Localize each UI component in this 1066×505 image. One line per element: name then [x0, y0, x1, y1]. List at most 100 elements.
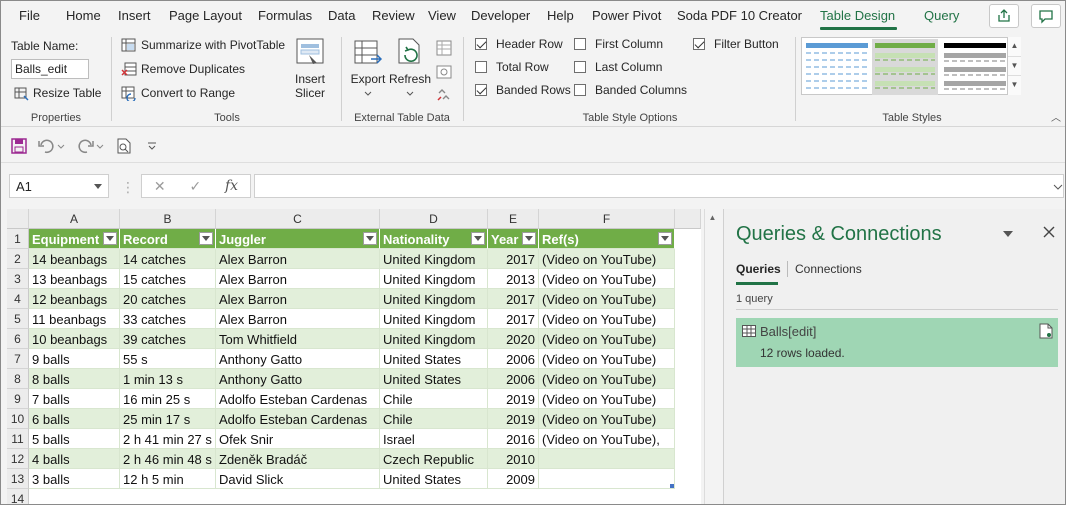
column-header-f[interactable]: F — [539, 209, 675, 229]
table-cell[interactable]: 55 s — [120, 349, 216, 369]
table-cell[interactable]: 39 catches — [120, 329, 216, 349]
style-green-swatch-selected[interactable] — [872, 39, 938, 95]
checkbox-unchecked[interactable] — [574, 84, 586, 96]
pane-options-icon[interactable] — [1003, 231, 1013, 237]
row-header-14[interactable]: 14 — [7, 489, 29, 504]
table-cell[interactable]: 12 beanbags — [29, 289, 120, 309]
table-cell[interactable]: 2020 — [488, 329, 539, 349]
table-cell[interactable]: 2 h 46 min 48 s — [120, 449, 216, 469]
filter-dropdown-icon[interactable] — [471, 232, 485, 245]
table-cell[interactable]: 13 beanbags — [29, 269, 120, 289]
table-cell[interactable]: United Kingdom — [380, 289, 488, 309]
close-icon[interactable] — [1043, 226, 1055, 238]
table-cell[interactable]: 33 catches — [120, 309, 216, 329]
print-preview-icon[interactable] — [115, 137, 133, 155]
unlink-button[interactable] — [435, 85, 453, 106]
table-cell[interactable] — [539, 449, 675, 469]
column-header-d[interactable]: D — [380, 209, 488, 229]
tab-connections[interactable]: Connections — [795, 262, 862, 276]
style-black-swatch[interactable] — [943, 41, 1007, 93]
table-cell[interactable]: 4 balls — [29, 449, 120, 469]
tab-queries[interactable]: Queries — [736, 262, 781, 276]
filter-dropdown-icon[interactable] — [658, 232, 672, 245]
table-header-cell[interactable]: Nationality — [380, 229, 488, 249]
row-header-5[interactable]: 5 — [7, 309, 29, 329]
table-cell[interactable]: 11 beanbags — [29, 309, 120, 329]
filter-dropdown-icon[interactable] — [103, 232, 117, 245]
gallery-more-button[interactable]: ▼ — [1008, 75, 1021, 94]
table-cell[interactable]: 2013 — [488, 269, 539, 289]
table-cell[interactable]: Tom Whitfield — [216, 329, 380, 349]
enter-icon[interactable]: ✓ — [189, 178, 201, 195]
row-header-1[interactable]: 1 — [7, 229, 29, 249]
query-doc-icon[interactable] — [1039, 323, 1053, 339]
filter-dropdown-icon[interactable] — [199, 232, 213, 245]
table-cell[interactable]: United Kingdom — [380, 269, 488, 289]
redo-icon[interactable] — [77, 137, 105, 155]
open-in-browser-button[interactable] — [435, 63, 453, 84]
row-header-12[interactable]: 12 — [7, 449, 29, 469]
comments-button[interactable] — [1031, 4, 1061, 28]
customize-qat-icon[interactable] — [146, 140, 158, 152]
table-cell[interactable]: Israel — [380, 429, 488, 449]
scroll-up-icon[interactable]: ▲ — [705, 209, 720, 222]
table-cell[interactable]: 16 min 25 s — [120, 389, 216, 409]
tab-home[interactable]: Home — [66, 8, 101, 23]
table-name-input[interactable]: Balls_edit — [11, 59, 89, 79]
table-cell[interactable]: 2010 — [488, 449, 539, 469]
table-cell[interactable]: United States — [380, 369, 488, 389]
table-cell[interactable]: (Video on YouTube) — [539, 309, 675, 329]
gallery-up-button[interactable]: ▲ — [1008, 37, 1021, 56]
column-header-b[interactable]: B — [120, 209, 216, 229]
collapse-ribbon-button[interactable]: ︿ — [1051, 109, 1061, 124]
table-cell[interactable]: (Video on YouTube), — [539, 429, 675, 449]
tab-formulas[interactable]: Formulas — [258, 8, 312, 23]
table-cell[interactable]: United Kingdom — [380, 329, 488, 349]
table-header-cell[interactable]: Equipment — [29, 229, 120, 249]
table-cell[interactable]: 15 catches — [120, 269, 216, 289]
filter-dropdown-icon[interactable] — [522, 232, 536, 245]
gallery-down-button[interactable]: ▼ — [1008, 56, 1021, 75]
table-cell[interactable]: 3 balls — [29, 469, 120, 489]
cancel-icon[interactable]: ✕ — [154, 178, 166, 195]
table-cell[interactable]: Adolfo Esteban Cardenas — [216, 389, 380, 409]
checkbox-unchecked[interactable] — [574, 61, 586, 73]
table-cell[interactable]: (Video on YouTube) — [539, 289, 675, 309]
tab-help[interactable]: Help — [547, 8, 574, 23]
table-cell[interactable]: 2006 — [488, 369, 539, 389]
row-header-8[interactable]: 8 — [7, 369, 29, 389]
table-cell[interactable]: (Video on YouTube) — [539, 349, 675, 369]
tab-review[interactable]: Review — [372, 8, 415, 23]
properties-small-button[interactable] — [435, 39, 453, 60]
row-header-7[interactable]: 7 — [7, 349, 29, 369]
undo-icon[interactable] — [37, 137, 65, 155]
banded-rows-checkbox[interactable]: Banded Rows — [475, 83, 571, 97]
table-cell[interactable]: 6 balls — [29, 409, 120, 429]
row-header-2[interactable]: 2 — [7, 249, 29, 269]
query-item-balls-edit[interactable]: Balls[edit] 12 rows loaded. — [736, 318, 1058, 367]
formula-input[interactable] — [254, 174, 1064, 198]
table-cell[interactable]: (Video on YouTube) — [539, 269, 675, 289]
table-cell[interactable]: Adolfo Esteban Cardenas — [216, 409, 380, 429]
checkbox-checked[interactable] — [475, 84, 487, 96]
refresh-button[interactable]: Refresh — [389, 37, 431, 100]
worksheet-grid[interactable]: A B C D E F 1 Equipment Record Juggler Nationality… — [7, 209, 701, 504]
table-cell[interactable]: 8 balls — [29, 369, 120, 389]
row-header-9[interactable]: 9 — [7, 389, 29, 409]
filter-button-checkbox[interactable]: Filter Button — [693, 37, 779, 51]
table-header-cell[interactable]: Year — [488, 229, 539, 249]
row-header-6[interactable]: 6 — [7, 329, 29, 349]
table-cell[interactable]: Ofek Snir — [216, 429, 380, 449]
table-cell[interactable]: 2006 — [488, 349, 539, 369]
banded-columns-checkbox[interactable]: Banded Columns — [574, 83, 687, 97]
vertical-scrollbar[interactable]: ▲ — [704, 209, 720, 504]
table-cell[interactable]: Czech Republic — [380, 449, 488, 469]
save-icon[interactable] — [10, 137, 28, 155]
row-header-10[interactable]: 10 — [7, 409, 29, 429]
table-cell[interactable]: (Video on YouTube) — [539, 389, 675, 409]
table-cell[interactable]: 5 balls — [29, 429, 120, 449]
column-header-c[interactable]: C — [216, 209, 380, 229]
tab-insert[interactable]: Insert — [118, 8, 151, 23]
table-cell[interactable]: Chile — [380, 409, 488, 429]
row-header-3[interactable]: 3 — [7, 269, 29, 289]
